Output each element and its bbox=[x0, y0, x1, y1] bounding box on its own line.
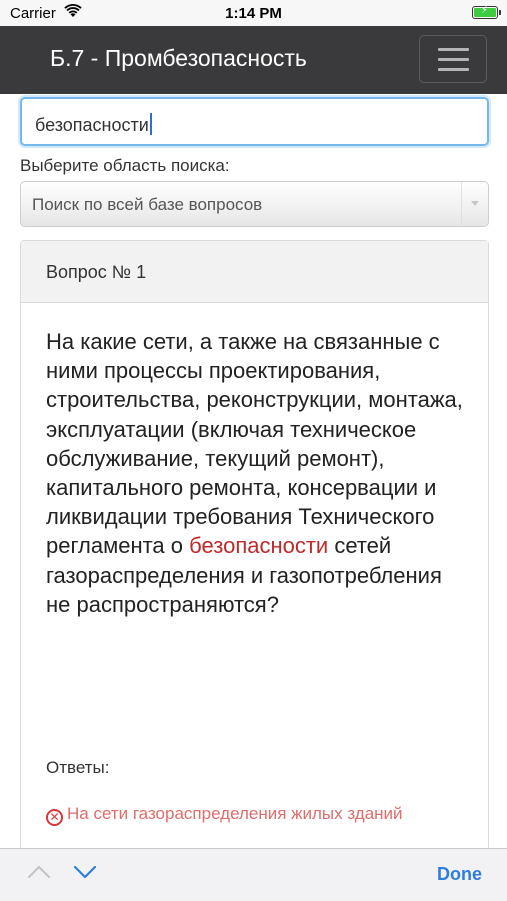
battery-charging-icon: ⚡ bbox=[472, 5, 501, 19]
question-text-part: На какие сети, а также на связанные с ни… bbox=[46, 329, 463, 559]
answer-item[interactable]: ✕ На сети газораспределения жилых зданий bbox=[46, 804, 486, 826]
keyboard-accessory-bar: Done bbox=[0, 848, 507, 901]
search-highlight: безопасности bbox=[189, 533, 329, 559]
scope-select-value: Поиск по всей базе вопросов bbox=[32, 195, 263, 214]
text-caret bbox=[149, 113, 152, 135]
search-input[interactable]: безопасности bbox=[20, 97, 489, 146]
search-input-value: безопасности bbox=[35, 115, 149, 135]
dropdown-arrow-icon bbox=[461, 182, 488, 226]
question-card: Вопрос № 1 На какие сети, а также на свя… bbox=[20, 240, 489, 870]
page-title: Б.7 - Промбезопасность bbox=[50, 45, 307, 71]
done-button[interactable]: Done bbox=[437, 864, 482, 885]
chevron-down-icon[interactable] bbox=[74, 866, 96, 880]
answer-text: На сети газораспределения жилых зданий bbox=[67, 804, 403, 823]
x-circle-icon: ✕ bbox=[46, 809, 63, 826]
status-bar: Carrier 1:14 PM ⚡ bbox=[0, 0, 507, 26]
chevron-up-icon[interactable] bbox=[28, 864, 50, 878]
question-header: Вопрос № 1 bbox=[21, 241, 488, 303]
scope-label: Выберите область поиска: bbox=[20, 156, 230, 175]
navbar: Б.7 - Промбезопасность bbox=[0, 26, 507, 94]
hamburger-icon bbox=[438, 48, 469, 51]
menu-button[interactable] bbox=[419, 35, 487, 83]
question-number: Вопрос № 1 bbox=[46, 262, 147, 282]
clock: 1:14 PM bbox=[225, 5, 282, 22]
scope-select[interactable]: Поиск по всей базе вопросов bbox=[20, 181, 489, 227]
question-text: На какие сети, а также на связанные с ни… bbox=[46, 327, 466, 619]
answers-label: Ответы: bbox=[46, 758, 110, 777]
